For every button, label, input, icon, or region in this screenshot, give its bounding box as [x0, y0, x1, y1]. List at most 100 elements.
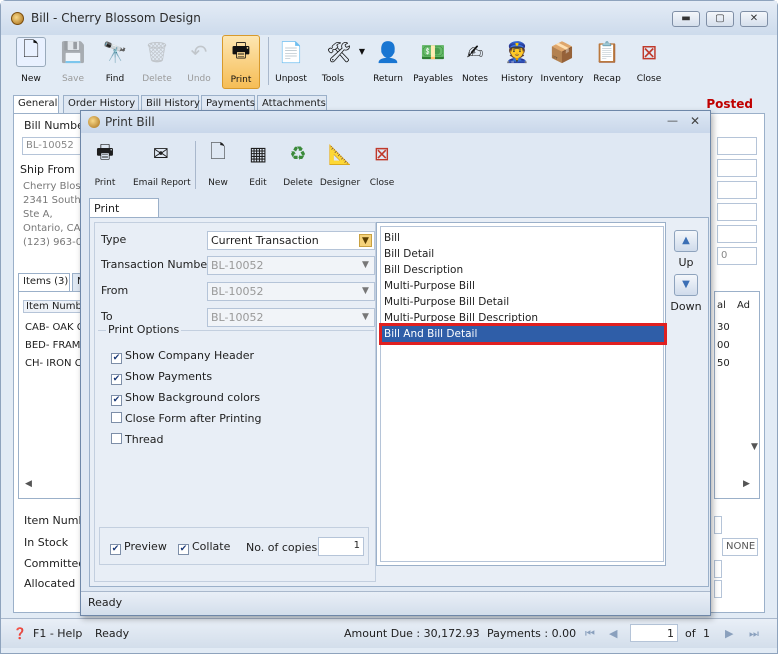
chevron-down-icon: ▼ [362, 260, 369, 270]
unpost-button[interactable]: 📄 Unpost [271, 35, 311, 89]
address-line: Cherry Bloss [23, 181, 86, 192]
close-window-button[interactable]: ✕ [740, 11, 768, 27]
close-form-after-printing-checkbox[interactable]: Close Form after Printing [111, 412, 262, 425]
history-button[interactable]: 👮 History [497, 35, 537, 89]
list-item[interactable]: Bill Description [384, 262, 463, 278]
close-button[interactable]: ⊠ Close [631, 35, 667, 89]
collate-checkbox[interactable]: ✔ Collate [178, 540, 230, 555]
new-button[interactable]: 🗋 New [11, 35, 51, 89]
up-arrow-icon: ▲ [682, 235, 690, 246]
next-page-icon[interactable]: ▶ [725, 627, 733, 640]
show-background-colors-checkbox[interactable]: ✔ Show Background colors [111, 391, 260, 406]
notes-button[interactable]: ✍ Notes [457, 35, 493, 89]
help-icon[interactable]: ❓ [13, 627, 27, 640]
dialog-close-button[interactable]: ✕ [690, 114, 700, 128]
none-field[interactable]: NONE [722, 538, 758, 556]
ship-from-label: Ship From [20, 163, 75, 176]
dialog-minimize-button[interactable]: — [667, 114, 678, 127]
tools-button[interactable]: 🛠 Tools ▼ [313, 35, 365, 89]
right-field[interactable] [717, 203, 757, 221]
email-icon: ✉ [153, 143, 169, 165]
toolbar-separator [195, 141, 196, 189]
print-options-label: Print Options [106, 323, 182, 336]
dialog-print-button[interactable]: 🖶 Print [87, 137, 123, 193]
list-item[interactable]: Multi-Purpose Bill Detail [384, 294, 509, 310]
edit-icon: ▦ [249, 143, 267, 165]
right-field[interactable] [714, 516, 722, 534]
type-select[interactable]: Current Transaction ▼ [207, 231, 375, 250]
right-field[interactable] [717, 137, 757, 155]
save-button[interactable]: 💾 Save [53, 35, 93, 89]
from-select[interactable]: BL-10052 ▼ [207, 282, 375, 301]
to-select[interactable]: BL-10052 ▼ [207, 308, 375, 327]
dialog-delete-button[interactable]: ♻ Delete [279, 137, 317, 193]
right-field[interactable] [717, 225, 757, 243]
checkbox-checked-icon: ✔ [178, 544, 189, 555]
checkbox-checked-icon: ✔ [110, 544, 121, 555]
window-title: Bill - Cherry Blossom Design [31, 11, 201, 25]
page-input[interactable]: 1 [630, 624, 678, 642]
bill-number-field[interactable]: BL-10052 [22, 137, 82, 155]
dialog-new-button[interactable]: 🗋 New [199, 137, 237, 193]
dialog-close-toolbar-button[interactable]: ⊠ Close [363, 137, 401, 193]
minimize-button[interactable]: ▬ [672, 11, 700, 27]
copies-input[interactable]: 1 [318, 537, 364, 556]
transaction-number-select[interactable]: BL-10052 ▼ [207, 256, 375, 275]
payables-button[interactable]: 💵 Payables [411, 35, 455, 89]
right-field[interactable]: 0 [717, 247, 757, 265]
list-item[interactable]: Multi-Purpose Bill [384, 278, 475, 294]
help-label[interactable]: F1 - Help [33, 627, 82, 640]
title-bar: Bill - Cherry Blossom Design ▬ ▢ ✕ [1, 1, 777, 35]
show-payments-checkbox[interactable]: ✔ Show Payments [111, 370, 212, 385]
preview-checkbox[interactable]: ✔ Preview [110, 540, 167, 555]
table-row[interactable]: BED- FRAM [25, 340, 80, 351]
show-company-header-checkbox[interactable]: ✔ Show Company Header [111, 349, 254, 364]
checkbox-empty-icon [111, 412, 122, 423]
dialog-title: Print Bill [105, 115, 155, 129]
last-page-icon[interactable]: ⏭ [749, 627, 759, 641]
tab-items[interactable]: Items (3) [18, 273, 70, 291]
thread-checkbox[interactable]: Thread [111, 433, 163, 446]
right-field[interactable] [714, 560, 722, 578]
scroll-right-icon[interactable]: ▶ [743, 479, 750, 489]
undo-button[interactable]: ↶ Undo [179, 35, 219, 89]
amount-due: Amount Due : 30,172.93 [344, 627, 480, 640]
checkbox-checked-icon: ✔ [111, 395, 122, 406]
inventory-button[interactable]: 📦 Inventory [539, 35, 585, 89]
table-row[interactable]: CH- IRON C [25, 358, 82, 369]
right-field[interactable] [717, 181, 757, 199]
designer-icon: 📐 [328, 143, 352, 166]
list-item[interactable]: Bill Detail [384, 246, 434, 262]
prev-page-icon[interactable]: ◀ [609, 627, 617, 640]
recap-button[interactable]: 📋 Recap [589, 35, 625, 89]
tab-print-criteria[interactable]: Print Criteria [89, 198, 159, 228]
list-item-selected[interactable]: Bill And Bill Detail [379, 323, 667, 345]
find-button[interactable]: 🔭 Find [95, 35, 135, 89]
table-row[interactable]: CAB- OAK C [25, 322, 84, 333]
list-item[interactable]: Multi-Purpose Bill Description [384, 310, 538, 322]
tab-general[interactable]: General [13, 95, 59, 113]
dialog-edit-button[interactable]: ▦ Edit [239, 137, 277, 193]
email-report-button[interactable]: ✉ Email Report [133, 137, 191, 193]
address-line: Ontario, CA [23, 223, 81, 234]
posted-badge: Posted [706, 97, 753, 111]
status-text: Ready [95, 627, 130, 640]
maximize-button[interactable]: ▢ [706, 11, 734, 27]
close-icon: ⊠ [374, 143, 390, 165]
print-button[interactable]: 🖶 Print [222, 35, 260, 89]
toolbar-separator [268, 37, 269, 85]
scroll-left-icon[interactable]: ◀ [25, 479, 32, 489]
list-item[interactable]: Bill [384, 230, 400, 246]
unpost-icon: 📄 [278, 40, 304, 64]
delete-button[interactable]: 🗑 Delete [137, 35, 177, 89]
right-field[interactable] [717, 159, 757, 177]
scroll-down-icon[interactable]: ▼ [751, 442, 758, 452]
first-page-icon[interactable]: ⏮ [585, 627, 595, 641]
return-button[interactable]: 👤 Return [367, 35, 409, 89]
move-up-button[interactable]: ▲ [674, 230, 698, 252]
designer-button[interactable]: 📐 Designer [319, 137, 361, 193]
right-field[interactable] [714, 580, 722, 598]
undo-icon: ↶ [190, 40, 208, 64]
app-icon [11, 12, 24, 25]
move-down-button[interactable]: ▼ [674, 274, 698, 296]
